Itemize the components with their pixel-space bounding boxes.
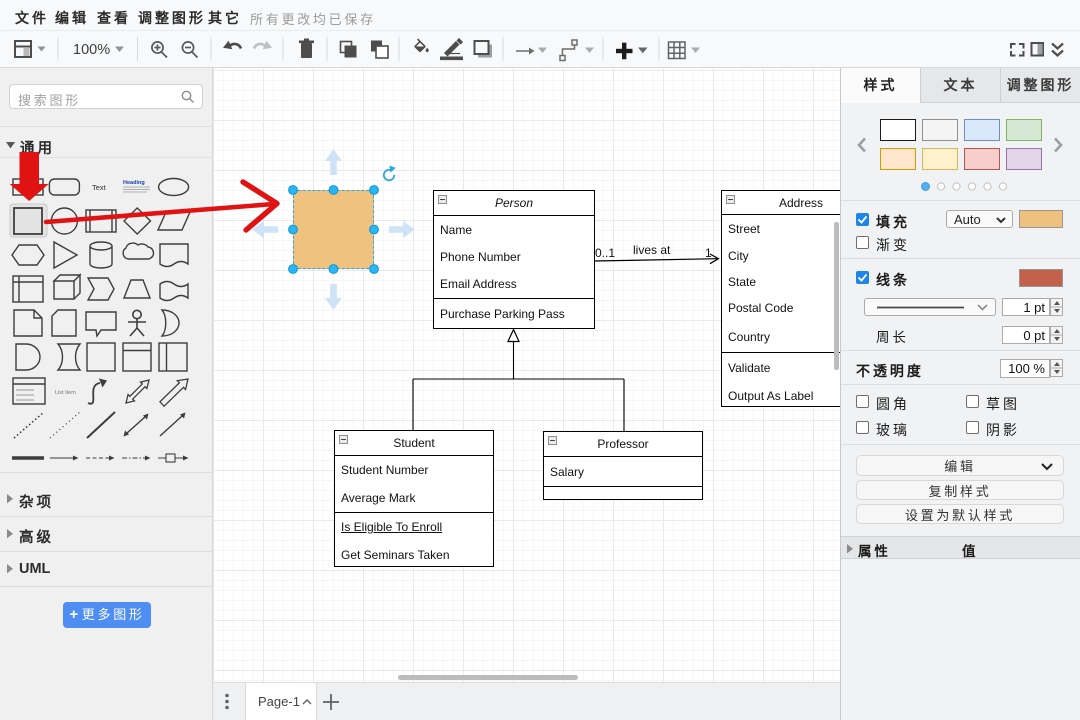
svg-text:1: 1 [705, 246, 712, 260]
svg-text:List Item: List Item [55, 390, 76, 396]
svg-text:Heading: Heading [123, 180, 145, 186]
svg-text:Text: Text [92, 183, 107, 192]
svg-text:0..1: 0..1 [595, 246, 615, 260]
svg-text:lives at: lives at [633, 243, 671, 257]
svg-text:100%: 100% [73, 42, 110, 58]
